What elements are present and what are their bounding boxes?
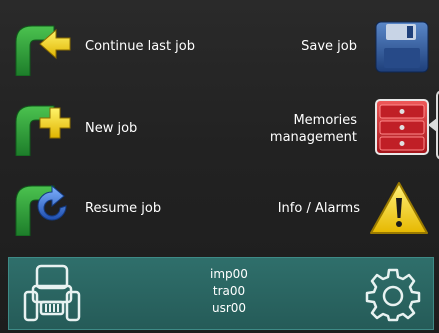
tractor-icon[interactable] — [23, 262, 81, 324]
memories-management-label: Memories management — [270, 112, 357, 146]
green-arrow-plus-icon — [12, 100, 74, 157]
red-drawer-cabinet-icon — [374, 98, 430, 156]
new-job-label: New job — [85, 121, 138, 136]
continue-last-job-label: Continue last job — [85, 39, 195, 54]
memories-label-line1: Memories — [293, 113, 357, 128]
gear-icon[interactable] — [365, 266, 421, 322]
user-line-3: usr00 — [211, 301, 247, 315]
save-job-label: Save job — [301, 39, 357, 54]
warning-triangle-icon — [368, 180, 430, 236]
new-job-button[interactable]: New job — [10, 98, 210, 157]
resume-job-label: Resume job — [85, 201, 162, 216]
status-panel: imp00 tra00 usr00 — [8, 257, 434, 330]
continue-last-job-button[interactable]: Continue last job — [10, 18, 210, 77]
info-alarms-label: Info / Alarms — [277, 201, 360, 216]
info-alarms-button[interactable]: Info / Alarms — [250, 178, 432, 236]
memories-label-line2: management — [269, 130, 357, 145]
user-line-2: tra00 — [212, 284, 246, 298]
side-panel-arrow-icon — [428, 118, 437, 132]
floppy-disk-icon — [374, 20, 430, 74]
user-info-lines: imp00 tra00 usr00 — [179, 266, 279, 317]
memories-management-button[interactable]: Memories management — [250, 96, 432, 158]
user-line-1: imp00 — [210, 267, 248, 281]
job-menu-screen: Continue last job Save job New job Memor… — [0, 0, 439, 333]
green-arrow-blue-circular-icon — [12, 180, 74, 237]
save-job-button[interactable]: Save job — [270, 18, 432, 76]
resume-job-button[interactable]: Resume job — [10, 178, 210, 237]
green-arrow-left-icon — [12, 20, 74, 77]
